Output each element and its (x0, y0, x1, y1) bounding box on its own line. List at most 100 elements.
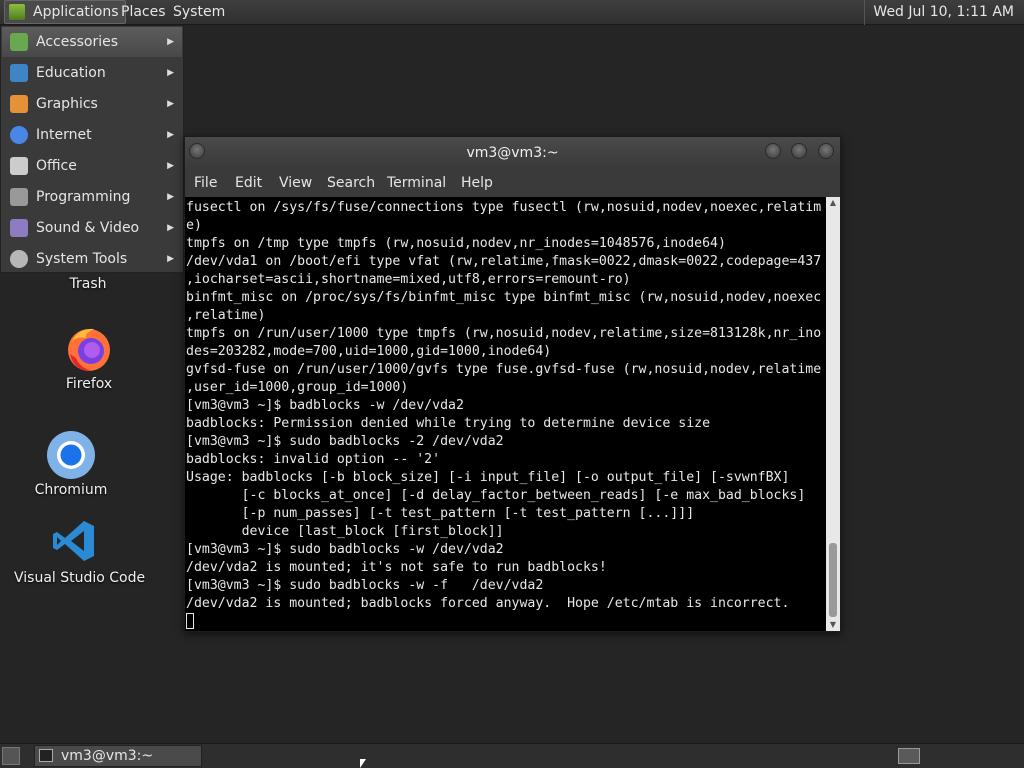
firefox-icon (68, 328, 110, 372)
menu-item-internet[interactable]: Internet ▶ (2, 120, 182, 150)
menu-item-programming[interactable]: Programming ▶ (2, 182, 182, 212)
show-desktop-icon[interactable] (2, 747, 20, 765)
menu-terminal[interactable]: Terminal (387, 169, 446, 197)
menu-help[interactable]: Help (461, 169, 493, 197)
graphics-icon (10, 95, 28, 113)
taskbar-terminal-button[interactable]: vm3@vm3:~ (34, 745, 202, 767)
firefox-label: Firefox (65, 376, 113, 392)
taskbar-button-label: vm3@vm3:~ (61, 748, 154, 764)
bottom-panel: vm3@vm3:~ (0, 743, 1024, 768)
menu-item-office[interactable]: Office ▶ (2, 151, 182, 181)
scroll-down-arrow-icon[interactable]: ▼ (826, 619, 840, 631)
terminal-line: [-p num_passes] [-t test_pattern [-t tes… (186, 506, 695, 521)
terminal-title: vm3@vm3:~ (466, 145, 559, 161)
submenu-arrow-icon: ▶ (167, 192, 174, 202)
terminal-line: /dev/vda1 on /boot/efi type vfat (rw,rel… (186, 254, 822, 269)
terminal-icon (39, 749, 53, 762)
menu-item-graphics[interactable]: Graphics ▶ (2, 89, 182, 119)
terminal-line: ,relatime) (186, 308, 266, 323)
submenu-arrow-icon: ▶ (167, 130, 174, 140)
desktop-icon-vscode[interactable]: Visual Studio Code (14, 518, 146, 586)
maximize-icon[interactable] (791, 143, 807, 159)
menu-item-label: System Tools (36, 251, 128, 267)
terminal-line: fusectl on /sys/fs/fuse/connections type… (186, 200, 822, 215)
trash-label: Trash (69, 276, 107, 292)
scrollbar-thumb[interactable] (829, 543, 837, 617)
scroll-up-arrow-icon[interactable]: ▲ (826, 197, 840, 209)
terminal-line: badblocks: invalid option -- '2' (186, 452, 441, 467)
terminal-line: ,user_id=1000,group_id=1000) (186, 380, 409, 395)
vscode-icon (53, 521, 94, 561)
internet-icon (10, 126, 28, 144)
menu-item-accessories[interactable]: Accessories ▶ (2, 27, 182, 57)
menu-item-label: Programming (36, 189, 131, 205)
submenu-arrow-icon: ▶ (167, 254, 174, 264)
menu-item-sound-video[interactable]: Sound & Video ▶ (2, 213, 182, 243)
terminal-menubar: File Edit View Search Terminal Help (185, 169, 840, 197)
menu-file[interactable]: File (194, 169, 217, 197)
terminal-cursor (186, 613, 194, 629)
terminal-line: /dev/vda2 is mounted; it's not safe to r… (186, 560, 607, 575)
chromium-icon (47, 431, 95, 479)
terminal-line: [vm3@vm3 ~]$ sudo badblocks -w -f /dev/v… (186, 578, 544, 593)
terminal-line: tmpfs on /tmp type tmpfs (rw,nosuid,node… (186, 236, 726, 251)
top-panel: Applications Places System Wed Jul 10, 1… (0, 0, 1024, 25)
chromium-label: Chromium (34, 482, 108, 498)
terminal-line: binfmt_misc on /proc/sys/fs/binfmt_misc … (186, 290, 822, 305)
terminal-line: [vm3@vm3 ~]$ badblocks -w /dev/vda2 (186, 398, 464, 413)
submenu-arrow-icon: ▶ (167, 68, 174, 78)
terminal-scrollbar[interactable]: ▲ ▼ (826, 197, 840, 631)
desktop-icon-chromium[interactable]: Chromium (26, 430, 116, 498)
education-icon (10, 64, 28, 82)
sound-video-icon (10, 219, 28, 237)
clock[interactable]: Wed Jul 10, 1:11 AM (864, 0, 1020, 25)
terminal-line: gvfsd-fuse on /run/user/1000/gvfs type f… (186, 362, 822, 377)
terminal-line: Usage: badblocks [-b block_size] [-i inp… (186, 470, 790, 485)
menu-item-label: Sound & Video (36, 220, 140, 236)
applications-logo-icon (9, 4, 25, 20)
office-icon (10, 157, 28, 175)
vscode-label: Visual Studio Code (14, 570, 146, 586)
submenu-arrow-icon: ▶ (167, 161, 174, 171)
menu-item-label: Education (36, 65, 106, 81)
places-menu-button[interactable]: Places (116, 0, 171, 25)
terminal-line: /dev/vda2 is mounted; badblocks forced a… (186, 596, 790, 611)
applications-label: Applications (33, 4, 119, 20)
desktop-icon-trash[interactable]: Trash (58, 276, 118, 292)
menu-item-education[interactable]: Education ▶ (2, 58, 182, 88)
terminal-line: badblocks: Permission denied while tryin… (186, 416, 711, 431)
minimize-icon[interactable] (765, 143, 781, 159)
terminal-line: ,iocharset=ascii,shortname=mixed,utf8,er… (186, 272, 631, 287)
terminal-titlebar[interactable]: vm3@vm3:~ (185, 137, 840, 169)
terminal-output[interactable]: fusectl on /sys/fs/fuse/connections type… (185, 197, 826, 631)
terminal-line: tmpfs on /run/user/1000 type tmpfs (rw,n… (186, 326, 822, 341)
menu-edit[interactable]: Edit (235, 169, 262, 197)
applications-dropdown: Accessories ▶ Education ▶ Graphics ▶ Int… (0, 25, 184, 273)
desktop-icon-firefox[interactable]: Firefox (44, 324, 134, 392)
menu-item-label: Internet (36, 127, 92, 143)
menu-item-label: Office (36, 158, 77, 174)
menu-item-system-tools[interactable]: System Tools ▶ (2, 244, 182, 274)
mouse-pointer-icon (360, 759, 366, 768)
terminal-line: device [last_block [first_block]] (186, 524, 504, 539)
menu-view[interactable]: View (279, 169, 312, 197)
terminal-window: vm3@vm3:~ File Edit View Search Terminal… (184, 136, 841, 632)
terminal-line: [-c blocks_at_once] [-d delay_factor_bet… (186, 488, 806, 503)
workspace-switcher[interactable] (898, 748, 920, 764)
terminal-line: e) (186, 218, 202, 233)
menu-search[interactable]: Search (327, 169, 375, 197)
system-menu-button[interactable]: System (168, 0, 230, 25)
terminal-line: [vm3@vm3 ~]$ sudo badblocks -w /dev/vda2 (186, 542, 504, 557)
system-tools-icon (10, 250, 28, 268)
accessories-icon (10, 33, 28, 51)
submenu-arrow-icon: ▶ (167, 99, 174, 109)
terminal-line: des=203282,mode=700,uid=1000,gid=1000,in… (186, 344, 552, 359)
applications-menu-button[interactable]: Applications (4, 0, 126, 24)
menu-item-label: Graphics (36, 96, 98, 112)
submenu-arrow-icon: ▶ (167, 37, 174, 47)
submenu-arrow-icon: ▶ (167, 223, 174, 233)
programming-icon (10, 188, 28, 206)
terminal-line: [vm3@vm3 ~]$ sudo badblocks -2 /dev/vda2 (186, 434, 504, 449)
menu-item-label: Accessories (36, 34, 119, 50)
close-icon[interactable] (818, 143, 834, 159)
